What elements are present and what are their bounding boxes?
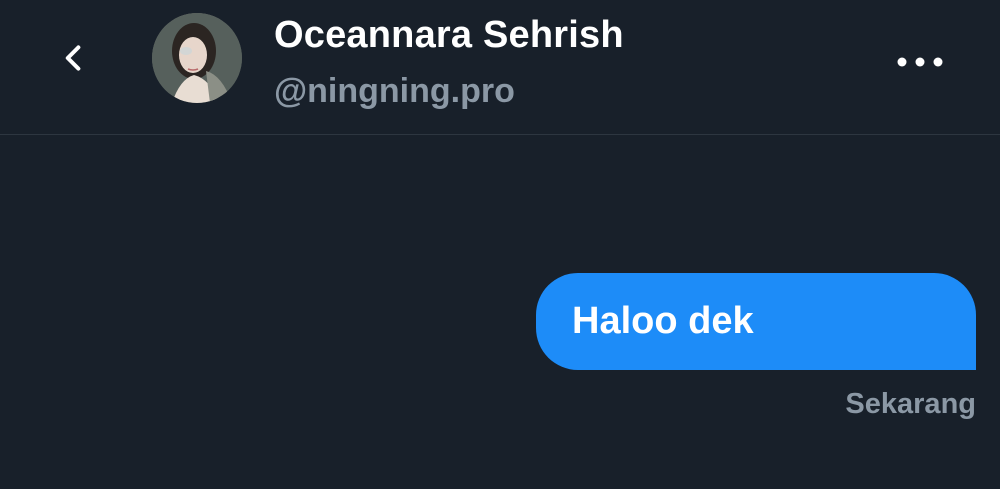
more-horizontal-icon bbox=[897, 57, 943, 67]
avatar[interactable] bbox=[152, 13, 242, 103]
chevron-left-icon bbox=[65, 45, 81, 71]
chat-header: Oceannara Sehrish @ningning.pro bbox=[0, 0, 1000, 135]
contact-name[interactable]: Oceannara Sehrish bbox=[274, 14, 624, 57]
contact-handle[interactable]: @ningning.pro bbox=[274, 72, 515, 111]
chat-screen: Oceannara Sehrish @ningning.pro Haloo de… bbox=[0, 0, 1000, 489]
more-options-button[interactable] bbox=[886, 36, 954, 88]
message-text: Haloo dek bbox=[572, 300, 754, 342]
back-button[interactable] bbox=[46, 30, 102, 86]
avatar-image bbox=[152, 13, 242, 103]
message-timestamp: Sekarang bbox=[845, 388, 976, 420]
message-bubble-outgoing[interactable]: Haloo dek bbox=[536, 273, 976, 370]
